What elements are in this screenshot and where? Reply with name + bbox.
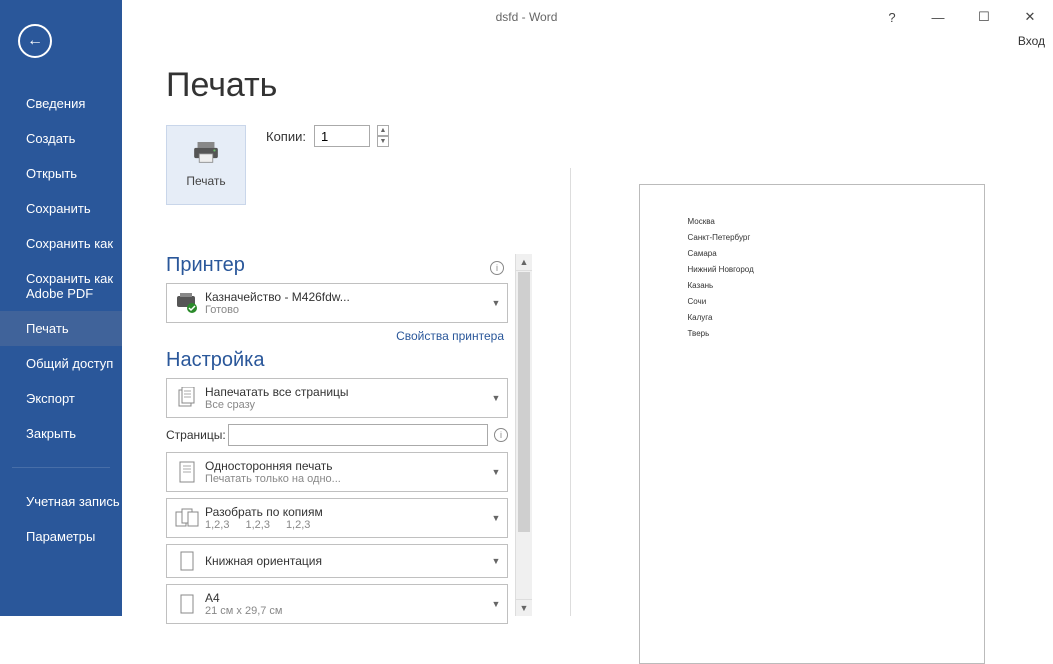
minimize-button[interactable]: — [915, 3, 961, 31]
sidebar-item-account[interactable]: Учетная запись [0, 484, 122, 519]
print-button-label: Печать [186, 174, 225, 188]
preview-line: Калуга [688, 313, 984, 322]
chevron-down-icon: ▼ [489, 467, 503, 477]
chevron-down-icon: ▼ [489, 298, 503, 308]
sidebar-item-open[interactable]: Открыть [0, 156, 122, 191]
printer-name: Казначейство - M426fdw... [205, 290, 489, 304]
page-single-icon [173, 458, 201, 486]
pages-input[interactable] [228, 424, 488, 446]
preview-line: Казань [688, 281, 984, 290]
collate-seq: 1,2,3 [205, 519, 229, 531]
sidebar-item-save[interactable]: Сохранить [0, 191, 122, 226]
collate-seq: 1,2,3 [245, 519, 269, 531]
chevron-down-icon: ▼ [489, 393, 503, 403]
print-preview: Москва Санкт-Петербург Самара Нижний Нов… [594, 184, 1029, 616]
collate-icon [173, 504, 201, 532]
printer-icon [192, 142, 220, 164]
settings-scrollbar[interactable]: ▲ ▼ [515, 254, 532, 616]
page-title: Печать [166, 66, 1053, 105]
sidebar-item-save-as[interactable]: Сохранить как [0, 226, 122, 261]
sidebar-divider [12, 467, 110, 468]
scroll-up-icon[interactable]: ▲ [516, 254, 532, 271]
preview-line: Самара [688, 249, 984, 258]
chevron-down-icon: ▼ [489, 556, 503, 566]
print-range-dropdown[interactable]: Напечатать все страницы Все сразу ▼ [166, 378, 508, 418]
sidebar-item-export[interactable]: Экспорт [0, 381, 122, 416]
print-button[interactable]: Печать [166, 125, 246, 205]
copies-group: Копии: ▲ ▼ [266, 125, 389, 147]
maximize-button[interactable]: ☐ [961, 3, 1007, 31]
printer-status: Готово [205, 304, 489, 316]
info-icon[interactable]: i [490, 261, 504, 275]
spinner-up[interactable]: ▲ [377, 125, 389, 136]
copies-input[interactable] [314, 125, 370, 147]
orientation-dropdown[interactable]: Книжная ориентация ▼ [166, 544, 508, 578]
print-range-line1: Напечатать все страницы [205, 385, 489, 399]
spinner-down[interactable]: ▼ [377, 136, 389, 147]
sided-line2: Печатать только на одно... [205, 473, 489, 485]
chevron-down-icon: ▼ [489, 599, 503, 609]
page-blank-icon [173, 590, 201, 618]
paper-size-dropdown[interactable]: A4 21 см x 29,7 см ▼ [166, 584, 508, 624]
printer-heading: Принтер [166, 254, 245, 277]
preview-line: Сочи [688, 297, 984, 306]
paper-line2: 21 см x 29,7 см [205, 605, 489, 617]
portrait-icon [173, 547, 201, 575]
sidebar-item-print[interactable]: Печать [0, 311, 122, 346]
vertical-divider [570, 168, 571, 616]
printer-properties-link[interactable]: Свойства принтера [166, 329, 504, 343]
sign-in-link[interactable]: Вход [1018, 34, 1045, 48]
pages-row: Страницы: i [166, 424, 508, 446]
collate-seq: 1,2,3 [286, 519, 310, 531]
print-settings-scroll: Принтер i Казначейство - M426fdw... Гото… [166, 254, 532, 616]
help-button[interactable]: ? [869, 3, 915, 31]
print-range-line2: Все сразу [205, 399, 489, 411]
sidebar-item-options[interactable]: Параметры [0, 519, 122, 554]
sided-dropdown[interactable]: Односторонняя печать Печатать только на … [166, 452, 508, 492]
pages-label: Страницы: [166, 428, 222, 442]
sidebar-item-close[interactable]: Закрыть [0, 416, 122, 451]
preview-line: Нижний Новгород [688, 265, 984, 274]
chevron-down-icon: ▼ [489, 513, 503, 523]
title-bar: dsfd - Word ? — ☐ ✕ [0, 0, 1053, 34]
copies-label: Копии: [266, 129, 306, 144]
preview-line: Санкт-Петербург [688, 233, 984, 242]
paper-line1: A4 [205, 591, 489, 605]
print-backstage-main: Печать Печать Копии: ▲ ▼ Принтер i [122, 50, 1053, 616]
sidebar-item-new[interactable]: Создать [0, 121, 122, 156]
settings-heading: Настройка [166, 349, 508, 372]
settings-column: Принтер i Казначейство - M426fdw... Гото… [166, 254, 508, 624]
backstage-sidebar: ← Сведения Создать Открыть Сохранить Сох… [0, 0, 122, 616]
collate-seq-row: 1,2,3 1,2,3 1,2,3 [205, 519, 489, 531]
collate-dropdown[interactable]: Разобрать по копиям 1,2,3 1,2,3 1,2,3 ▼ [166, 498, 508, 538]
close-button[interactable]: ✕ [1007, 3, 1053, 31]
orientation-line1: Книжная ориентация [205, 554, 489, 568]
copies-spinner: ▲ ▼ [377, 125, 389, 147]
scroll-down-icon[interactable]: ▼ [516, 599, 532, 616]
preview-line: Москва [688, 217, 984, 226]
sided-line1: Односторонняя печать [205, 459, 489, 473]
printer-status-icon [173, 289, 201, 317]
pages-icon [173, 384, 201, 412]
sidebar-item-info[interactable]: Сведения [0, 86, 122, 121]
arrow-left-icon: ← [27, 32, 43, 50]
scroll-thumb[interactable] [518, 272, 530, 532]
sidebar-item-share[interactable]: Общий доступ [0, 346, 122, 381]
sidebar-item-save-as-pdf[interactable]: Сохранить как Adobe PDF [0, 261, 122, 311]
window-controls: ? — ☐ ✕ [869, 3, 1053, 31]
info-icon[interactable]: i [494, 428, 508, 442]
printer-dropdown[interactable]: Казначейство - M426fdw... Готово ▼ [166, 283, 508, 323]
preview-line: Тверь [688, 329, 984, 338]
preview-page: Москва Санкт-Петербург Самара Нижний Нов… [639, 184, 985, 664]
sidebar-nav: Сведения Создать Открыть Сохранить Сохра… [0, 86, 122, 554]
back-button[interactable]: ← [18, 24, 52, 58]
collate-line1: Разобрать по копиям [205, 505, 489, 519]
